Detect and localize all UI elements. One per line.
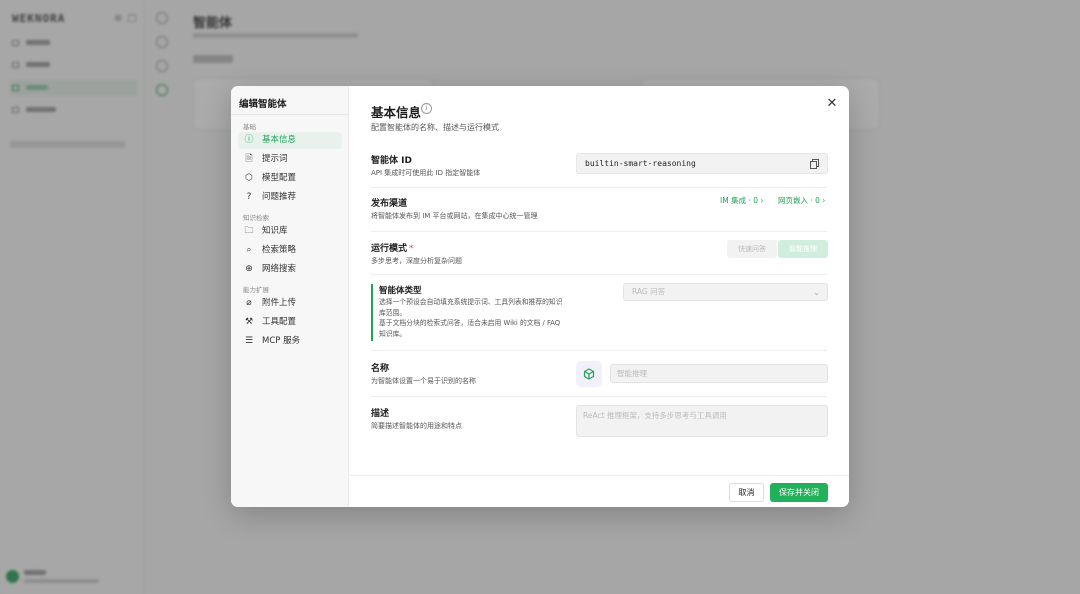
agent-id-value: builtin-smart-reasoning xyxy=(585,159,696,168)
agent-avatar[interactable] xyxy=(576,361,602,387)
server-icon: ☰ xyxy=(244,336,254,346)
required-mark: * xyxy=(409,244,414,254)
nav-item-attachment-upload[interactable]: ⌀ 附件上传 xyxy=(238,295,342,312)
run-mode-reasoning-button[interactable]: 智能推理 xyxy=(778,240,828,258)
edit-agent-modal: 编辑智能体 基础 ⓘ 基本信息 🗎 提示词 ⬡ 模型配置 ? 问题推荐 知识检索… xyxy=(231,86,849,507)
nav-item-basic-info[interactable]: ⓘ 基本信息 xyxy=(238,132,342,149)
description-textarea[interactable]: ReAct 推理框架，支持多步思考与工具调用 xyxy=(576,405,828,437)
modal-sidebar: 编辑智能体 基础 ⓘ 基本信息 🗎 提示词 ⬡ 模型配置 ? 问题推荐 知识检索… xyxy=(231,86,349,507)
nav-item-knowledge-base[interactable]: 🗀 知识库 xyxy=(238,223,342,240)
name-input[interactable]: 智能推理 xyxy=(610,364,828,383)
nav-item-web-search[interactable]: ⊕ 网络搜索 xyxy=(238,261,342,278)
paperclip-icon: ⌀ xyxy=(246,298,252,308)
nav-item-suggested-questions[interactable]: ? 问题推荐 xyxy=(238,189,342,206)
document-icon: 🗎 xyxy=(245,154,253,164)
name-label: 名称 xyxy=(371,364,390,374)
nav-item-tool-config[interactable]: ⚒ 工具配置 xyxy=(238,314,342,331)
agent-type-label: 智能体类型 xyxy=(379,286,422,296)
nav-item-mcp-service[interactable]: ☰ MCP 服务 xyxy=(238,333,342,350)
nav-group-extensions: 能力扩展 xyxy=(243,286,269,294)
info-circle-icon: ⓘ xyxy=(244,135,254,145)
nav-group-retrieval: 知识检索 xyxy=(243,214,269,222)
description-label: 描述 xyxy=(371,409,390,419)
channels-desc: 将智能体发布到 IM 平台或网站，在集成中心统一管理 xyxy=(371,212,538,220)
agent-id-desc: API 集成时可使用此 ID 指定智能体 xyxy=(371,169,481,177)
info-icon[interactable]: i xyxy=(421,103,432,114)
agent-id-label: 智能体 ID xyxy=(371,156,412,166)
nav-item-model-config[interactable]: ⬡ 模型配置 xyxy=(238,170,342,187)
agent-id-field: builtin-smart-reasoning xyxy=(576,153,828,174)
agent-type-select[interactable]: RAG 问答 ⌄ xyxy=(623,283,828,301)
web-embed-link[interactable]: 网页嵌入 · 0 › xyxy=(778,195,825,206)
chevron-down-icon: ⌄ xyxy=(813,288,820,297)
cancel-button[interactable]: 取消 xyxy=(729,483,764,502)
close-button[interactable]: ✕ xyxy=(825,97,839,111)
im-integration-link[interactable]: IM 集成 · 0 › xyxy=(720,195,763,206)
modal-title: 编辑智能体 xyxy=(239,99,287,110)
name-desc: 为智能体设置一个易于识别的名称 xyxy=(371,377,476,385)
folder-icon: 🗀 xyxy=(244,226,254,236)
run-mode-quick-button[interactable]: 快速问答 xyxy=(727,240,777,258)
question-circle-icon: ? xyxy=(246,192,252,202)
run-mode-desc: 多步思考，深度分析复杂问题 xyxy=(371,257,462,265)
channels-label: 发布渠道 xyxy=(371,199,408,209)
nav-item-retrieval-strategy[interactable]: ⌕ 检索策略 xyxy=(238,242,342,259)
wrench-icon: ⚒ xyxy=(244,317,254,327)
section-subtitle: 配置智能体的名称、描述与运行模式 xyxy=(371,123,499,132)
nav-group-basic: 基础 xyxy=(243,123,256,131)
agent-type-selected: RAG 问答 xyxy=(632,287,666,296)
cube-icon xyxy=(583,368,595,380)
save-and-close-button[interactable]: 保存并关闭 xyxy=(770,483,828,502)
cube-icon: ⬡ xyxy=(245,173,253,183)
run-mode-label: 运行模式 * xyxy=(371,244,414,254)
agent-type-desc: 选择一个预设会自动填充系统提示词、工具列表和推荐的知识库范围。 基于文档分块的检… xyxy=(379,298,563,338)
globe-icon: ⊕ xyxy=(245,264,253,274)
copy-icon[interactable] xyxy=(810,159,819,169)
close-icon: ✕ xyxy=(826,96,838,111)
section-title: 基本信息 xyxy=(371,105,422,120)
agent-type-accent-bar xyxy=(371,284,373,341)
description-desc: 简要描述智能体的用途和特点 xyxy=(371,422,462,430)
search-icon: ⌕ xyxy=(246,245,252,255)
nav-item-prompt[interactable]: 🗎 提示词 xyxy=(238,151,342,168)
modal-content: 基本信息 i 配置智能体的名称、描述与运行模式 ✕ 智能体 ID API 集成时… xyxy=(349,86,849,507)
